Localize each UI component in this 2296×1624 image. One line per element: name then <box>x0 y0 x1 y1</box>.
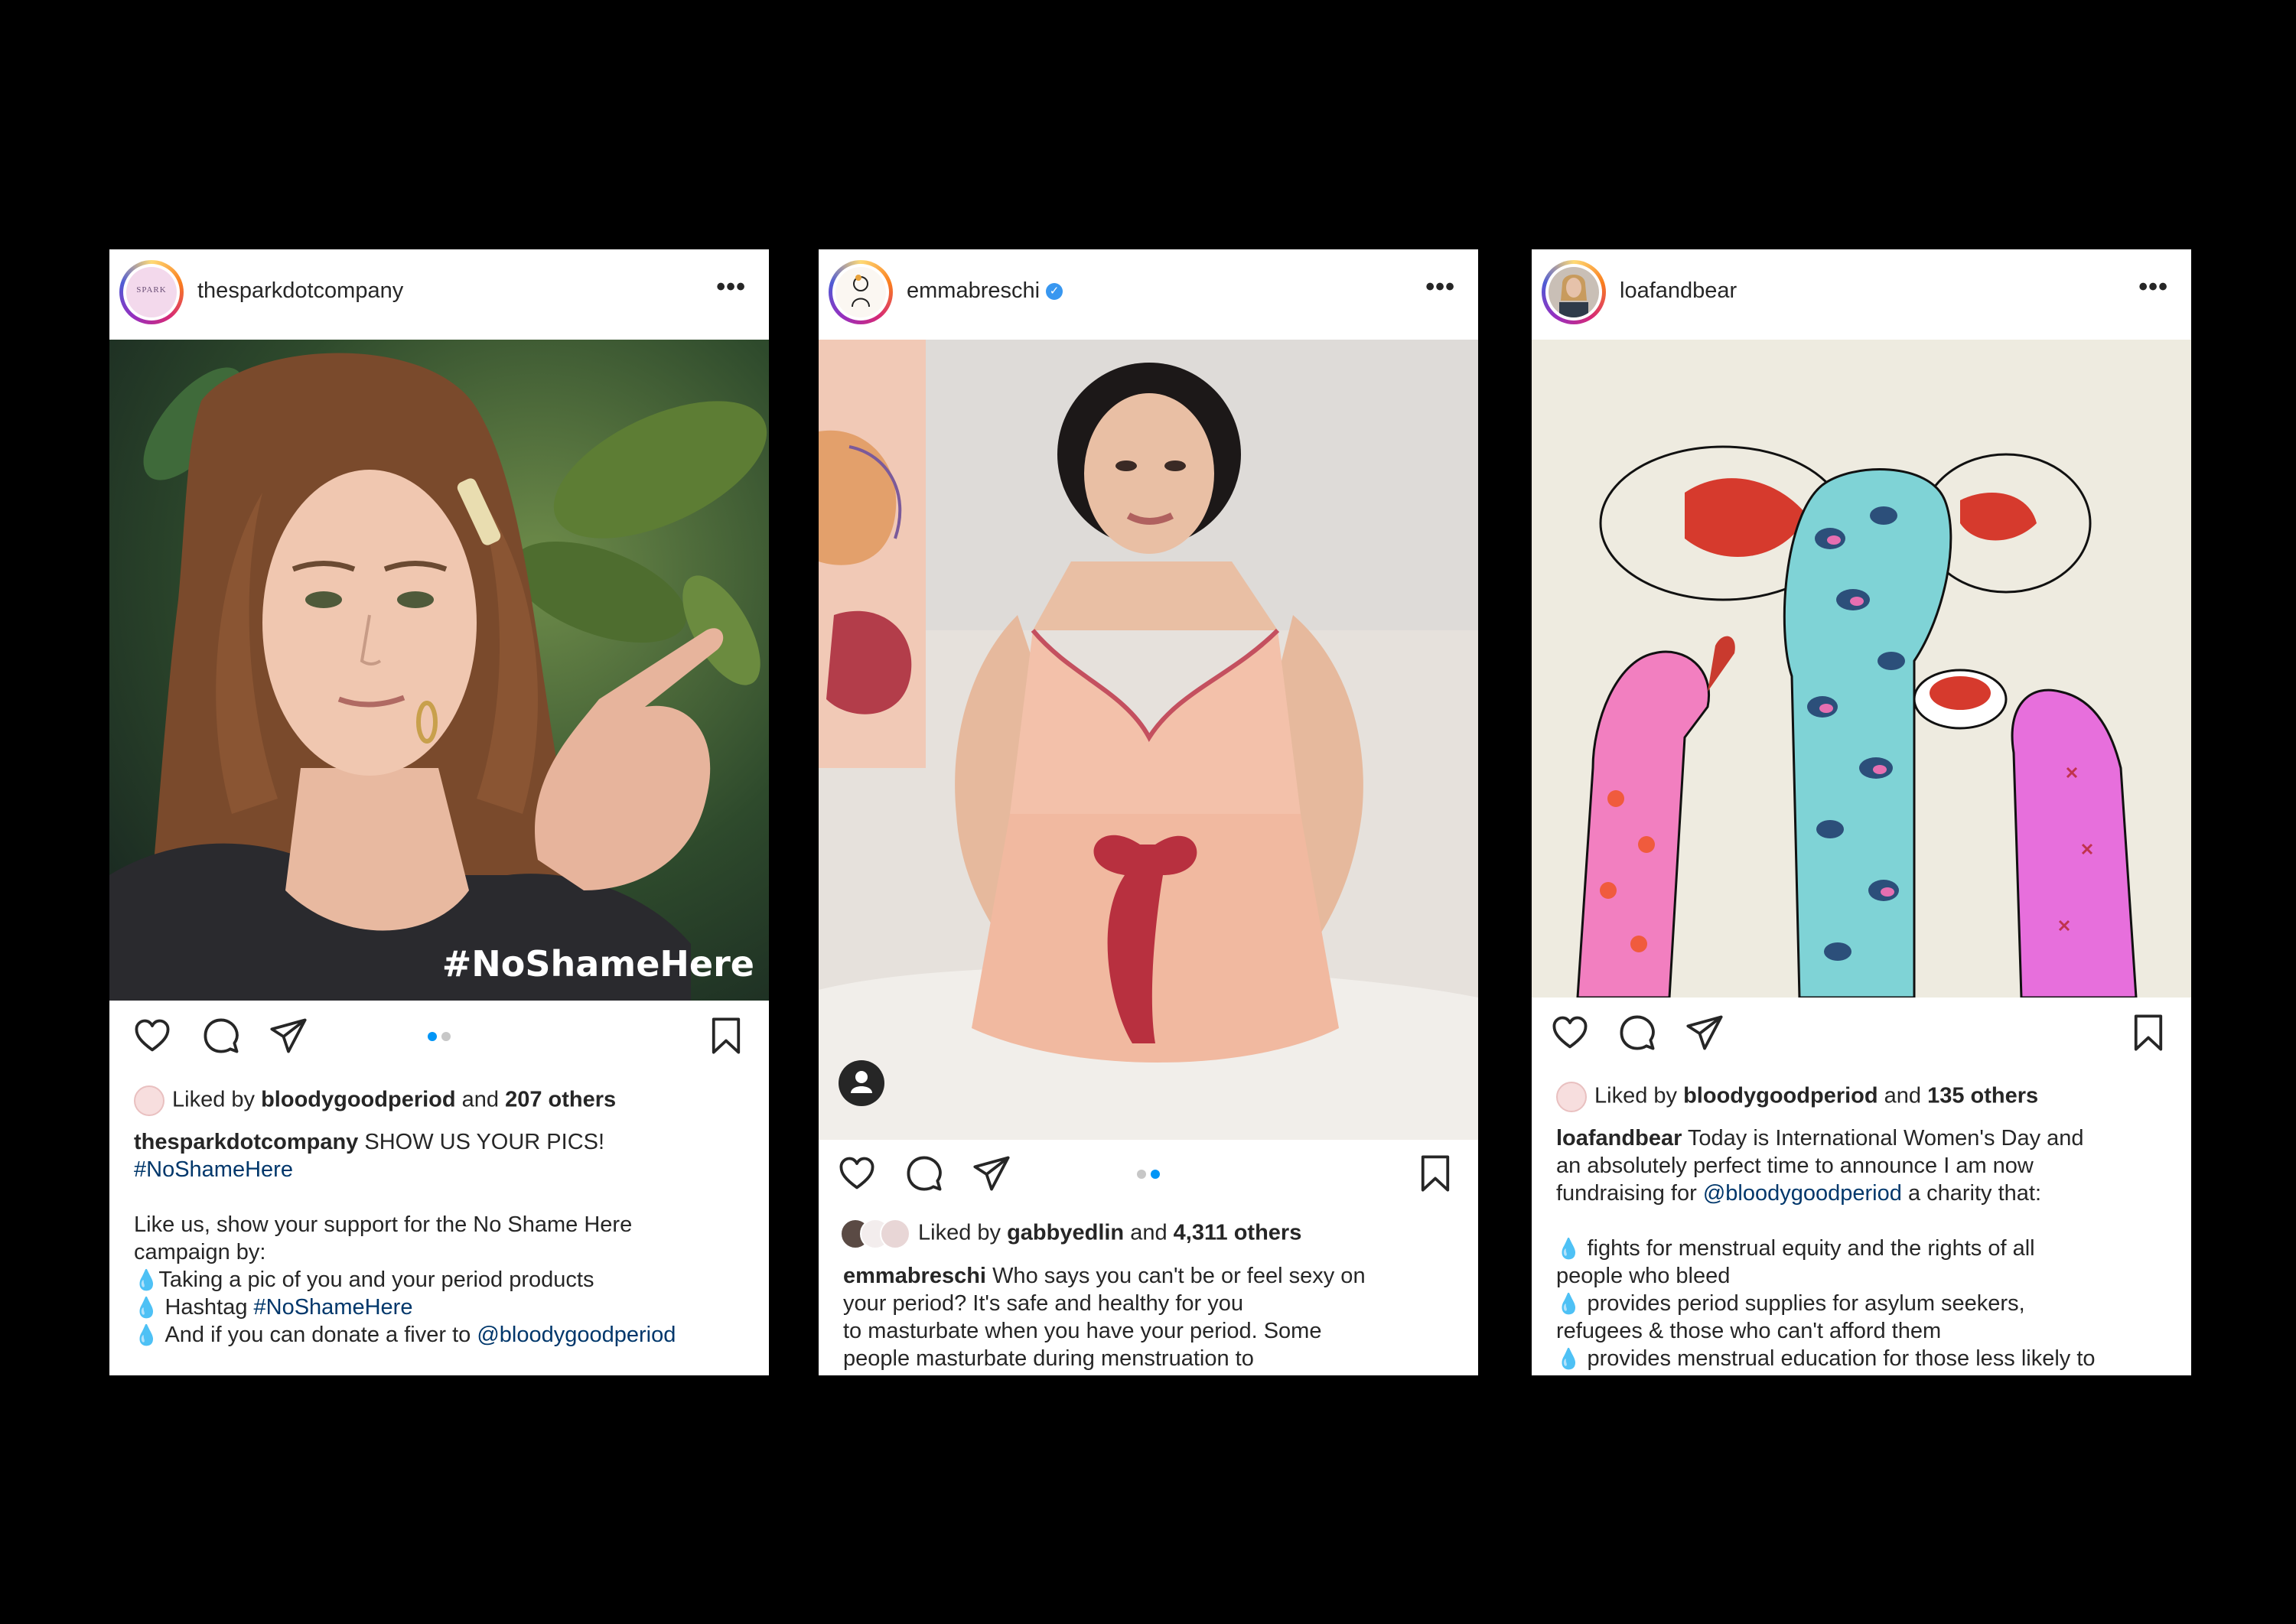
post-header: emmabreschi ✓ ••• <box>819 249 1478 340</box>
user-tag-icon[interactable] <box>837 1059 886 1108</box>
carousel-dot <box>1151 1170 1160 1179</box>
drop-icon: 💧 <box>134 1268 159 1291</box>
heart-icon[interactable] <box>837 1154 877 1193</box>
bookmark-icon[interactable] <box>1415 1154 1455 1193</box>
post-caption: emmabreschi Who says you can't be or fee… <box>843 1264 1366 1371</box>
drop-icon: 💧 <box>134 1323 159 1346</box>
post-username[interactable]: emmabreschi ✓ <box>907 278 1063 304</box>
carousel-indicator <box>428 1032 451 1041</box>
more-icon[interactable]: ••• <box>716 272 746 302</box>
liker-username[interactable]: gabbyedlin <box>1007 1221 1124 1245</box>
post-image[interactable] <box>1532 340 2191 998</box>
liker-username[interactable]: bloodygoodperiod <box>1683 1084 1878 1108</box>
likes-line[interactable]: Liked by bloodygoodperiod and 135 others <box>1556 1082 2038 1112</box>
drop-icon: 💧 <box>1556 1292 1581 1315</box>
share-icon[interactable] <box>972 1154 1011 1193</box>
bookmark-icon[interactable] <box>2128 1013 2168 1053</box>
likes-count[interactable]: 135 others <box>1927 1084 2038 1108</box>
post-card-thesparkdotcompany: SPARK thesparkdotcompany ••• #NoShameHer… <box>109 249 769 1375</box>
liker-avatar <box>134 1085 164 1116</box>
drop-icon: 💧 <box>1556 1347 1581 1370</box>
avatar[interactable] <box>1542 260 1606 324</box>
carousel-dot <box>428 1032 437 1041</box>
likes-line[interactable]: Liked by bloodygoodperiod and 207 others <box>134 1085 616 1116</box>
hashtag-link[interactable]: #NoShameHere <box>254 1295 413 1320</box>
comment-icon[interactable] <box>201 1016 241 1056</box>
likes-line[interactable]: Liked by gabbyedlin and 4,311 others <box>840 1219 1301 1249</box>
post-header: SPARK thesparkdotcompany ••• <box>109 249 769 340</box>
mention-link[interactable]: @bloodygoodperiod <box>1703 1181 1902 1206</box>
avatar[interactable]: SPARK <box>119 260 184 324</box>
caption-username[interactable]: thesparkdotcompany <box>134 1130 358 1154</box>
drop-icon: 💧 <box>134 1296 159 1319</box>
post-username[interactable]: loafandbear <box>1620 278 1737 304</box>
carousel-dot <box>1137 1170 1146 1179</box>
post-actions <box>109 1001 769 1069</box>
share-icon[interactable] <box>269 1016 308 1056</box>
avatar-logo-text: SPARK <box>136 285 167 295</box>
avatar[interactable] <box>829 260 893 324</box>
drop-icon: 💧 <box>1556 1237 1581 1260</box>
liker-avatar <box>1556 1082 1587 1112</box>
post-actions <box>1532 998 2191 1066</box>
mention-link[interactable]: @bloodygoodperiod <box>477 1323 676 1347</box>
more-icon[interactable]: ••• <box>2138 272 2168 302</box>
post-actions <box>819 1138 1478 1207</box>
bookmark-icon[interactable] <box>706 1016 746 1056</box>
post-image[interactable] <box>819 340 1478 1140</box>
verified-icon: ✓ <box>1046 283 1063 301</box>
share-icon[interactable] <box>1685 1013 1724 1053</box>
heart-icon[interactable] <box>1550 1013 1590 1053</box>
liker-username[interactable]: bloodygoodperiod <box>261 1088 456 1112</box>
post-caption: loafandbear Today is International Women… <box>1556 1126 2096 1371</box>
image-overlay-hashtag: #NoShameHere <box>442 943 754 984</box>
liker-avatar <box>880 1219 910 1249</box>
post-header: loafandbear ••• <box>1532 249 2191 340</box>
caption-username[interactable]: loafandbear <box>1556 1126 1682 1150</box>
comment-icon[interactable] <box>904 1154 944 1193</box>
carousel-indicator <box>1137 1170 1160 1179</box>
hashtag-link[interactable]: #NoShameHere <box>134 1156 747 1183</box>
post-username[interactable]: thesparkdotcompany <box>197 278 403 304</box>
heart-icon[interactable] <box>132 1016 172 1056</box>
comment-icon[interactable] <box>1617 1013 1657 1053</box>
caption-username[interactable]: emmabreschi <box>843 1264 986 1288</box>
post-card-emmabreschi: emmabreschi ✓ ••• Liked by gabbyedlin an… <box>819 249 1478 1375</box>
likes-count[interactable]: 207 others <box>505 1088 616 1112</box>
post-image[interactable]: #NoShameHere <box>109 340 769 1001</box>
post-card-loafandbear: loafandbear ••• Liked by bloodygoodperio… <box>1532 249 2191 1375</box>
likes-count[interactable]: 4,311 others <box>1174 1221 1302 1245</box>
more-icon[interactable]: ••• <box>1425 272 1455 302</box>
post-caption: thesparkdotcompany SHOW US YOUR PICS! #N… <box>134 1128 747 1349</box>
carousel-dot <box>441 1032 451 1041</box>
